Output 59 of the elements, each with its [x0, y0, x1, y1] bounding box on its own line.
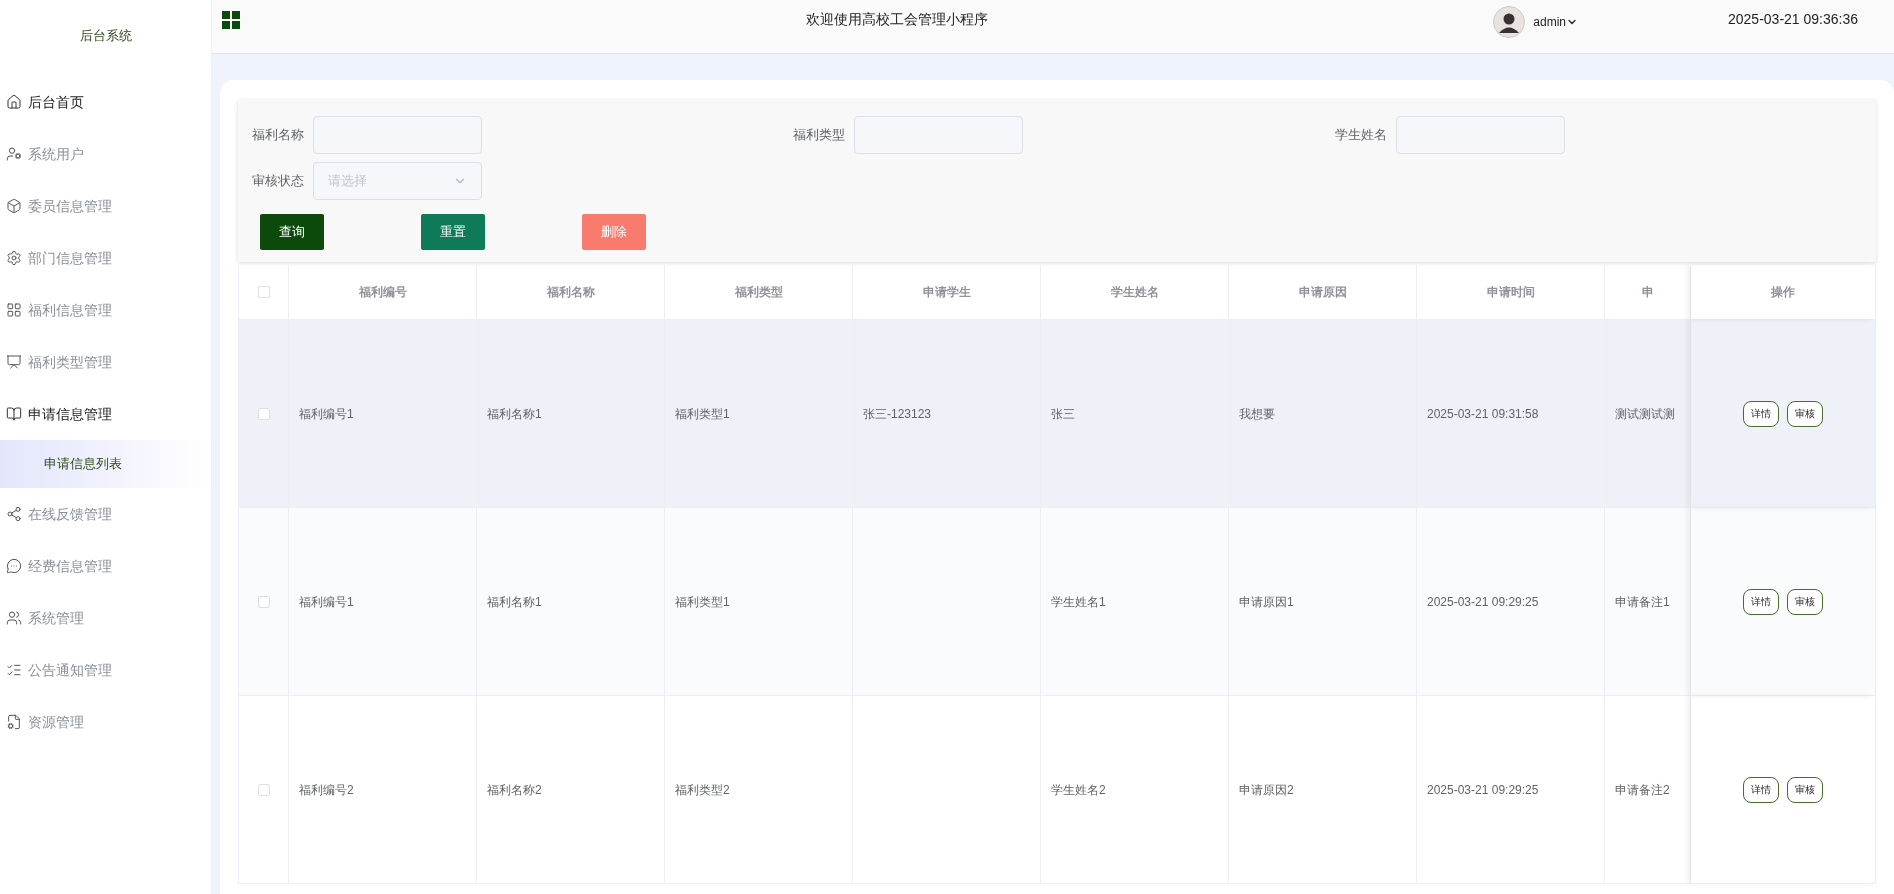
table-row[interactable]: 福利编号1 福利名称1 福利类型1 学生姓名1 申请原因1 2025-03-21 09:29:25 申请备注1 详情 审核: [239, 508, 1875, 696]
board-icon: [6, 354, 22, 370]
input-field[interactable]: [313, 116, 482, 154]
home-icon: [6, 94, 22, 110]
table-cell: 学生姓名2: [1041, 696, 1229, 884]
details-button[interactable]: 详情: [1743, 588, 1779, 615]
row-checkbox[interactable]: [257, 286, 270, 298]
field-label: 福利类型: [793, 126, 846, 145]
input-field[interactable]: [1395, 116, 1565, 154]
book-icon: [6, 406, 22, 422]
column-header: 操作: [1771, 284, 1795, 301]
review-button[interactable]: 审核: [1787, 776, 1823, 803]
cube-icon: [6, 198, 22, 214]
review-button[interactable]: 审核: [1787, 400, 1823, 427]
user-menu[interactable]: admin: [1533, 12, 1578, 31]
grid-icon: [6, 302, 22, 318]
users-icon: [6, 610, 22, 626]
table-row[interactable]: 福利编号1 福利名称1 福利类型1 张三-123123 张三 我想要 2025-03-21 09:31:58 测试测试测 详情 审核: [239, 320, 1875, 508]
checklist-icon: [6, 662, 22, 678]
share-icon: [6, 506, 22, 522]
page-title: 欢迎使用高校工会管理小程序: [805, 10, 988, 29]
column-header: 福利名称: [546, 284, 595, 301]
field-label: 福利名称: [252, 126, 304, 145]
chat-icon: [6, 558, 22, 574]
reset-button[interactable]: 重置: [421, 214, 485, 250]
details-button[interactable]: 详情: [1743, 400, 1779, 427]
table-cell: 福利名称2: [477, 696, 665, 884]
column-header: 福利类型: [734, 284, 783, 301]
row-checkbox[interactable]: [257, 595, 270, 608]
input-field[interactable]: [854, 116, 1024, 154]
sidebar-item[interactable]: 部门信息管理: [0, 232, 211, 284]
row-checkbox[interactable]: [257, 407, 270, 420]
details-button[interactable]: 详情: [1743, 776, 1779, 803]
column-header: 申请原因: [1298, 284, 1347, 301]
column-header: 福利编号: [358, 284, 407, 301]
user-gear-icon: [6, 146, 22, 162]
column-header: 申: [1641, 284, 1654, 301]
table-row[interactable]: 福利编号2 福利名称2 福利类型2 学生姓名2 申请原因2 2025-03-21 09:29:25 申请备注2 详情 审核: [239, 696, 1875, 884]
table-cell: 福利编号2: [289, 696, 477, 884]
grid-menu-icon[interactable]: [222, 10, 240, 29]
field-label: 学生姓名: [1334, 126, 1387, 145]
table-cell: 福利类型2: [665, 696, 853, 884]
datetime: 2025-03-21 09:36:36: [1728, 10, 1858, 29]
sidebar-item[interactable]: 后台首页: [0, 76, 211, 128]
table-cell: 申请原因2: [1229, 696, 1417, 884]
row-checkbox[interactable]: [257, 783, 270, 796]
column-header: 学生姓名: [1110, 284, 1159, 301]
app-title: 后台系统: [79, 27, 132, 46]
column-header: 申请时间: [1486, 284, 1535, 301]
table-cell: 2025-03-21 09:29:25: [1417, 696, 1605, 884]
avatar[interactable]: [1493, 5, 1526, 38]
review-button[interactable]: 审核: [1787, 588, 1823, 615]
column-header: 申请学生: [922, 284, 971, 301]
settings-icon: [6, 250, 22, 266]
search-button[interactable]: 查询: [260, 214, 324, 250]
field-label: 审核状态: [252, 172, 304, 191]
table-cell: 申请备注2: [1605, 696, 1691, 884]
sidebar-item[interactable]: 申请信息管理: [0, 388, 211, 440]
file-gear-icon: [6, 714, 22, 730]
